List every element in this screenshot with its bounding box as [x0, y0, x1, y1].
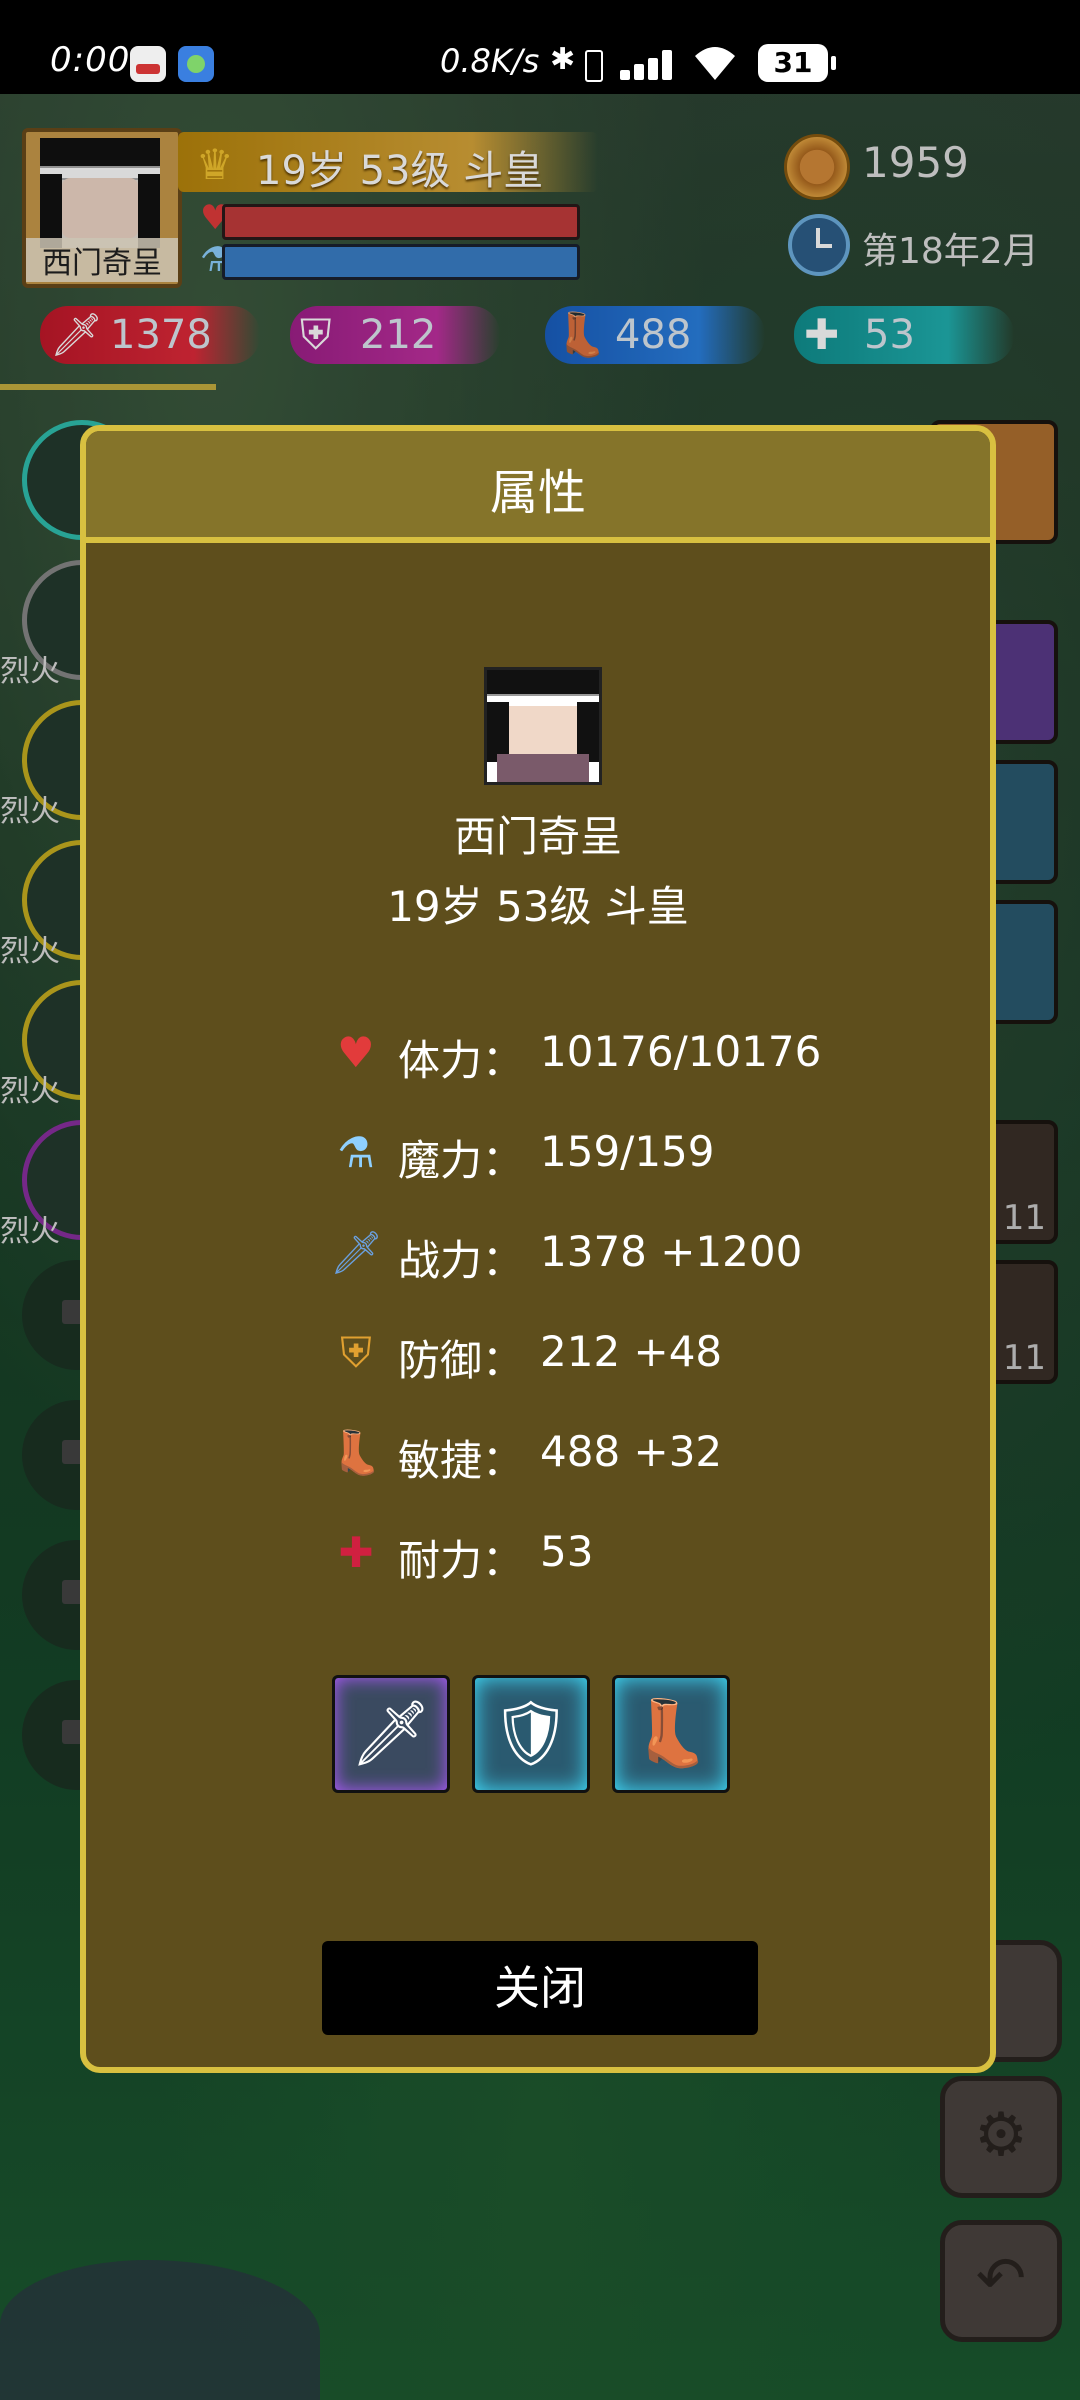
equipped-sword-slot[interactable]: 🗡 [332, 1675, 450, 1793]
battery-icon: 31 [758, 44, 836, 82]
heart-icon: ♥ [337, 1028, 375, 1077]
attr-value: 1378 +1200 [540, 1227, 803, 1276]
attr-label: 耐力： [398, 1536, 525, 1585]
attr-label: 战力： [398, 1236, 525, 1285]
signal-icon [620, 48, 680, 80]
hero-portrait [484, 667, 602, 785]
armor-icon: 🛡 [490, 1697, 572, 1771]
network-speed: 0.8K/s [440, 42, 540, 80]
bluetooth-icon: ✱ [550, 42, 576, 77]
mana-potion-icon: ⚗ [337, 1128, 375, 1177]
attr-label: 防御： [398, 1336, 525, 1385]
hero-name: 西门奇呈 [453, 812, 622, 861]
status-time: 0:00 [50, 40, 131, 80]
attr-value: 488 +32 [540, 1427, 723, 1476]
attr-label: 体力： [398, 1036, 525, 1085]
boot-icon: 👢 [330, 1428, 383, 1477]
attr-value: 159/159 [540, 1127, 715, 1176]
dialog-header: 属性 [86, 431, 990, 543]
equipped-boots-slot[interactable]: 👢 [612, 1675, 730, 1793]
shield-icon: ⛨ [340, 1328, 372, 1377]
dialog-title: 属性 [489, 465, 586, 521]
attr-value: 212 +48 [540, 1327, 723, 1376]
gallery-notification-icon [178, 46, 214, 82]
sword-icon: 🗡 [350, 1697, 432, 1771]
sword-icon: 🗡 [330, 1228, 384, 1277]
wifi-icon [695, 47, 735, 80]
close-button[interactable]: 关闭 [322, 1941, 758, 2035]
health-cross-icon: ✚ [338, 1528, 374, 1577]
hero-level: 19岁 53级 斗皇 [387, 882, 689, 931]
boots-icon: 👢 [631, 1697, 711, 1771]
small-battery-icon [585, 50, 603, 82]
app-notification-icon [130, 46, 166, 82]
attr-value: 53 [540, 1527, 594, 1576]
status-bar: 0:00 0.8K/s ✱ 31 [0, 0, 1080, 94]
attr-value: 10176/10176 [540, 1027, 822, 1076]
attr-label: 敏捷： [398, 1436, 525, 1485]
attributes-dialog: 属性 西门奇呈 19岁 53级 斗皇 ♥ 体力： 10176/10176 ⚗ 魔… [80, 425, 996, 2073]
attr-label: 魔力： [398, 1136, 525, 1185]
equipped-armor-slot[interactable]: 🛡 [472, 1675, 590, 1793]
